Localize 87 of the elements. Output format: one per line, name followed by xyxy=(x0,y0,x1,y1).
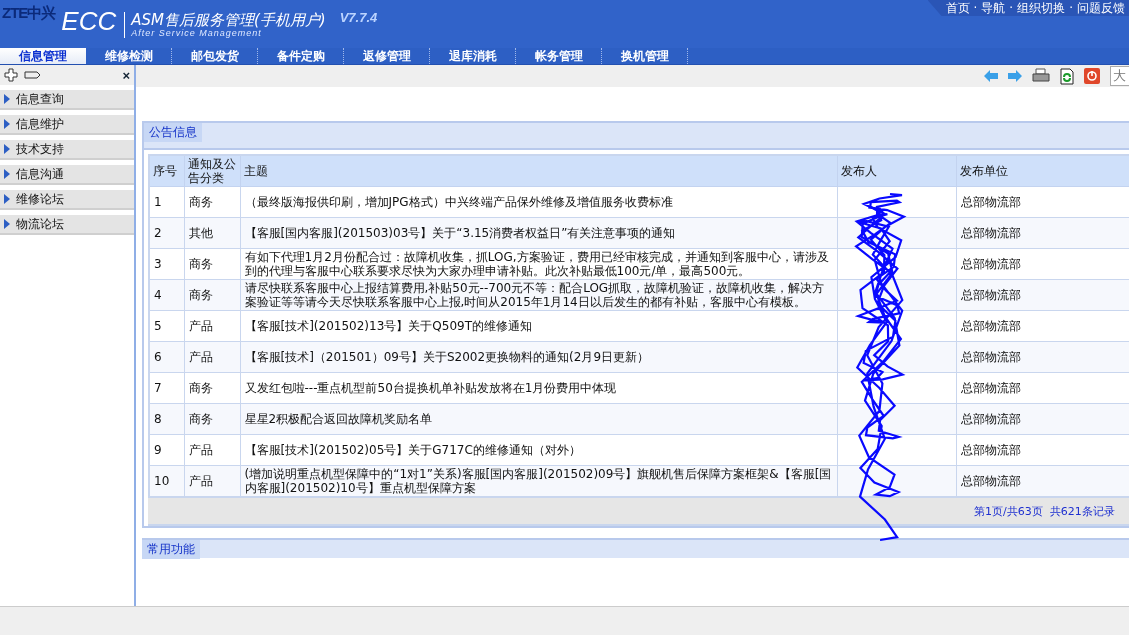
sidebar-item[interactable]: 信息维护 xyxy=(0,115,134,135)
sidebar-item[interactable]: 物流论坛 xyxy=(0,215,134,235)
panel-title: 常用功能 xyxy=(142,540,200,559)
table-cell: 总部物流部 xyxy=(956,341,1129,373)
table-cell: 产品 xyxy=(184,434,240,466)
version-label: V7.7.4 xyxy=(339,10,378,25)
notice-subject-link[interactable]: 【客服[技术](201502)05号】关于G717C的维修通知（对外） xyxy=(240,434,837,466)
table-cell: 总部物流部 xyxy=(956,310,1129,342)
refresh-icon[interactable] xyxy=(1060,67,1074,85)
table-cell: 总部物流部 xyxy=(956,372,1129,404)
sidebar-item[interactable]: 信息沟通 xyxy=(0,165,134,185)
power-icon[interactable] xyxy=(1084,68,1100,84)
table-cell: 6 xyxy=(149,341,184,373)
column-header: 发布人 xyxy=(837,155,956,187)
toolbar-field[interactable]: 大 xyxy=(1110,66,1129,86)
column-header: 序号 xyxy=(149,155,184,187)
notice-subject-link[interactable]: 有如下代理1月2月份配合过：故障机收集，抓LOG,方案验证，费用已经审核完成，并通知到客服中心，请涉及到的代理与客服中心联系要求尽快为大家办理申请补贴。此次补贴最低100元/单，最高500元。 xyxy=(240,248,837,280)
column-header: 主题 xyxy=(240,155,837,187)
column-header: 通知及公告分类 xyxy=(184,155,240,187)
menu-tab[interactable]: 维修检测 xyxy=(86,48,172,64)
menu-tab[interactable]: 返修管理 xyxy=(344,48,430,64)
notice-subject-link[interactable]: 【客服[技术]（201501）09号】关于S2002更换物料的通知(2月9日更新） xyxy=(240,341,837,373)
triangle-icon xyxy=(4,219,10,229)
table-cell: 总部物流部 xyxy=(956,434,1129,466)
table-cell: 商务 xyxy=(184,372,240,404)
menu-tab[interactable]: 备件定购 xyxy=(258,48,344,64)
product-name: ECC xyxy=(60,5,118,37)
notice-subject-link[interactable]: (增加说明重点机型保障中的“1对1”关系)客服[国内客服](201502)09号】旗舰机售后保障方案框架&【客服[国内客服](201502)10号】重点机型保障方案 xyxy=(240,465,837,497)
menu-tab[interactable]: 帐务管理 xyxy=(516,48,602,64)
triangle-icon xyxy=(4,119,10,129)
table-cell: 产品 xyxy=(184,341,240,373)
sidebar-item[interactable]: 技术支持 xyxy=(0,140,134,160)
table-cell: 总部物流部 xyxy=(956,248,1129,280)
pager-text[interactable]: 第1页/共63页 共621条记录 xyxy=(974,503,1115,519)
notice-subject-link[interactable]: 【客服[国内客服](201503)03号】关于“3.15消费者权益日”有关注意事项的通知 xyxy=(240,217,837,249)
sidebar-item[interactable]: 维修论坛 xyxy=(0,190,134,210)
table-cell: 8 xyxy=(149,403,184,435)
collapse-icon[interactable] xyxy=(24,70,42,80)
table-cell: 产品 xyxy=(184,310,240,342)
table-cell: 10 xyxy=(149,465,184,497)
expand-icon[interactable] xyxy=(4,68,20,82)
notice-subject-link[interactable]: （最终版海报供印刷，增加JPG格式）中兴终端产品保外维修及增值服务收费标准 xyxy=(240,186,837,218)
app-title: ASM售后服务管理(手机用户) xyxy=(131,12,326,28)
table-cell: 3 xyxy=(149,248,184,280)
menu-tab[interactable]: 换机管理 xyxy=(602,48,688,64)
table-cell: 商务 xyxy=(184,186,240,218)
table-cell: 2 xyxy=(149,217,184,249)
sidebar-item[interactable]: 信息查询 xyxy=(0,90,134,110)
app-subtitle: After Service Management xyxy=(131,28,263,38)
table-cell: 其他 xyxy=(184,217,240,249)
table-cell: 1 xyxy=(149,186,184,218)
table-cell: 总部物流部 xyxy=(956,217,1129,249)
triangle-icon xyxy=(4,169,10,179)
table-cell: 商务 xyxy=(184,248,240,280)
triangle-icon xyxy=(4,194,10,204)
triangle-icon xyxy=(4,94,10,104)
table-cell: 总部物流部 xyxy=(956,465,1129,497)
table-cell: 产品 xyxy=(184,465,240,497)
header-link[interactable]: 导航 xyxy=(981,0,1006,17)
table-cell: 总部物流部 xyxy=(956,279,1129,311)
panel-title: 公告信息 xyxy=(144,123,202,142)
link-separator: · xyxy=(973,1,978,15)
menu-tab[interactable]: 邮包发货 xyxy=(172,48,258,64)
header-link[interactable]: 组织切换 xyxy=(1017,0,1066,17)
header-link[interactable]: 问题反馈 xyxy=(1077,0,1125,17)
printer-icon[interactable] xyxy=(1032,68,1050,84)
table-cell: 总部物流部 xyxy=(956,403,1129,435)
table-cell: 5 xyxy=(149,310,184,342)
notice-subject-link[interactable]: 请尽快联系客服中心上报结算费用,补贴50元--700元不等：配合LOG抓取，故障机验证，故障机收集，解决方案验证等等请今天尽快联系客服中心上报,时间从2015年1月14日以后发生的都有补贴，客服中心有模板。 xyxy=(240,279,837,311)
table-cell: 9 xyxy=(149,434,184,466)
notice-subject-link[interactable]: 又发红包啦---重点机型前50台提换机单补贴发放将在1月份费用中体现 xyxy=(240,372,837,404)
table-cell: 商务 xyxy=(184,403,240,435)
notice-subject-link[interactable]: 星星2积极配合返回故障机奖励名单 xyxy=(240,403,837,435)
menu-tab[interactable]: 信息管理 xyxy=(0,48,86,64)
triangle-icon xyxy=(4,144,10,154)
close-button[interactable]: × xyxy=(122,67,130,83)
notice-subject-link[interactable]: 【客服[技术](201502)13号】关于Q509T的维修通知 xyxy=(240,310,837,342)
link-separator: · xyxy=(1069,1,1073,15)
menu-tab[interactable]: 退库消耗 xyxy=(430,48,516,64)
table-cell: 商务 xyxy=(184,279,240,311)
table-cell: 7 xyxy=(149,372,184,404)
header-link[interactable]: 首页 xyxy=(945,0,970,17)
column-header: 发布单位 xyxy=(956,155,1129,187)
brand-logo: ZTE中兴 xyxy=(1,3,57,23)
table-cell: 4 xyxy=(149,279,184,311)
table-cell: 总部物流部 xyxy=(956,186,1129,218)
link-separator: · xyxy=(1009,1,1014,15)
